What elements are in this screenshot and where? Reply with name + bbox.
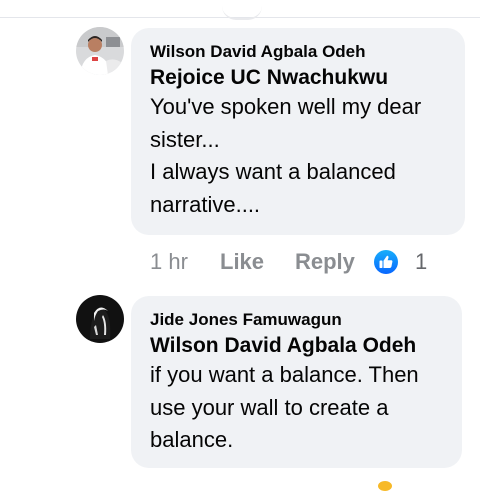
reaction-emoji-icon: [378, 481, 392, 491]
avatar[interactable]: [76, 295, 124, 343]
like-button[interactable]: Like: [220, 247, 264, 277]
comment-actions: 1 hr Like Reply 1: [150, 247, 450, 277]
reply-button[interactable]: Reply: [295, 247, 355, 277]
comment-line: sister...: [150, 126, 220, 152]
comment-line: I always want a balanced: [150, 159, 396, 184]
avatar[interactable]: [76, 27, 124, 75]
comment-line: balance.: [150, 427, 234, 452]
mentioned-user[interactable]: Wilson David Agbala Odeh: [150, 333, 442, 359]
comment-text: if you want a balance. Then use your wal…: [150, 359, 442, 457]
comment-author[interactable]: Wilson David Agbala Odeh: [150, 42, 445, 62]
thumbs-up-icon[interactable]: [374, 250, 398, 274]
comment-text: You've spoken well my dear sister... I a…: [150, 91, 445, 221]
comment-line: You've spoken well my dear: [150, 94, 422, 119]
comment-author[interactable]: Jide Jones Famuwagun: [150, 310, 442, 330]
comment-timestamp[interactable]: 1 hr: [150, 247, 188, 277]
comment-bubble: Wilson David Agbala Odeh Rejoice UC Nwac…: [131, 28, 465, 235]
mentioned-user[interactable]: Rejoice UC Nwachukwu: [150, 65, 445, 91]
comment-bubble: Jide Jones Famuwagun Wilson David Agbala…: [131, 296, 462, 468]
comment-line: narrative....: [150, 191, 261, 217]
comment-line: if you want a balance. Then: [150, 362, 419, 387]
comment-line: use your wall to create a: [150, 394, 389, 420]
reaction-count[interactable]: 1: [415, 247, 427, 277]
